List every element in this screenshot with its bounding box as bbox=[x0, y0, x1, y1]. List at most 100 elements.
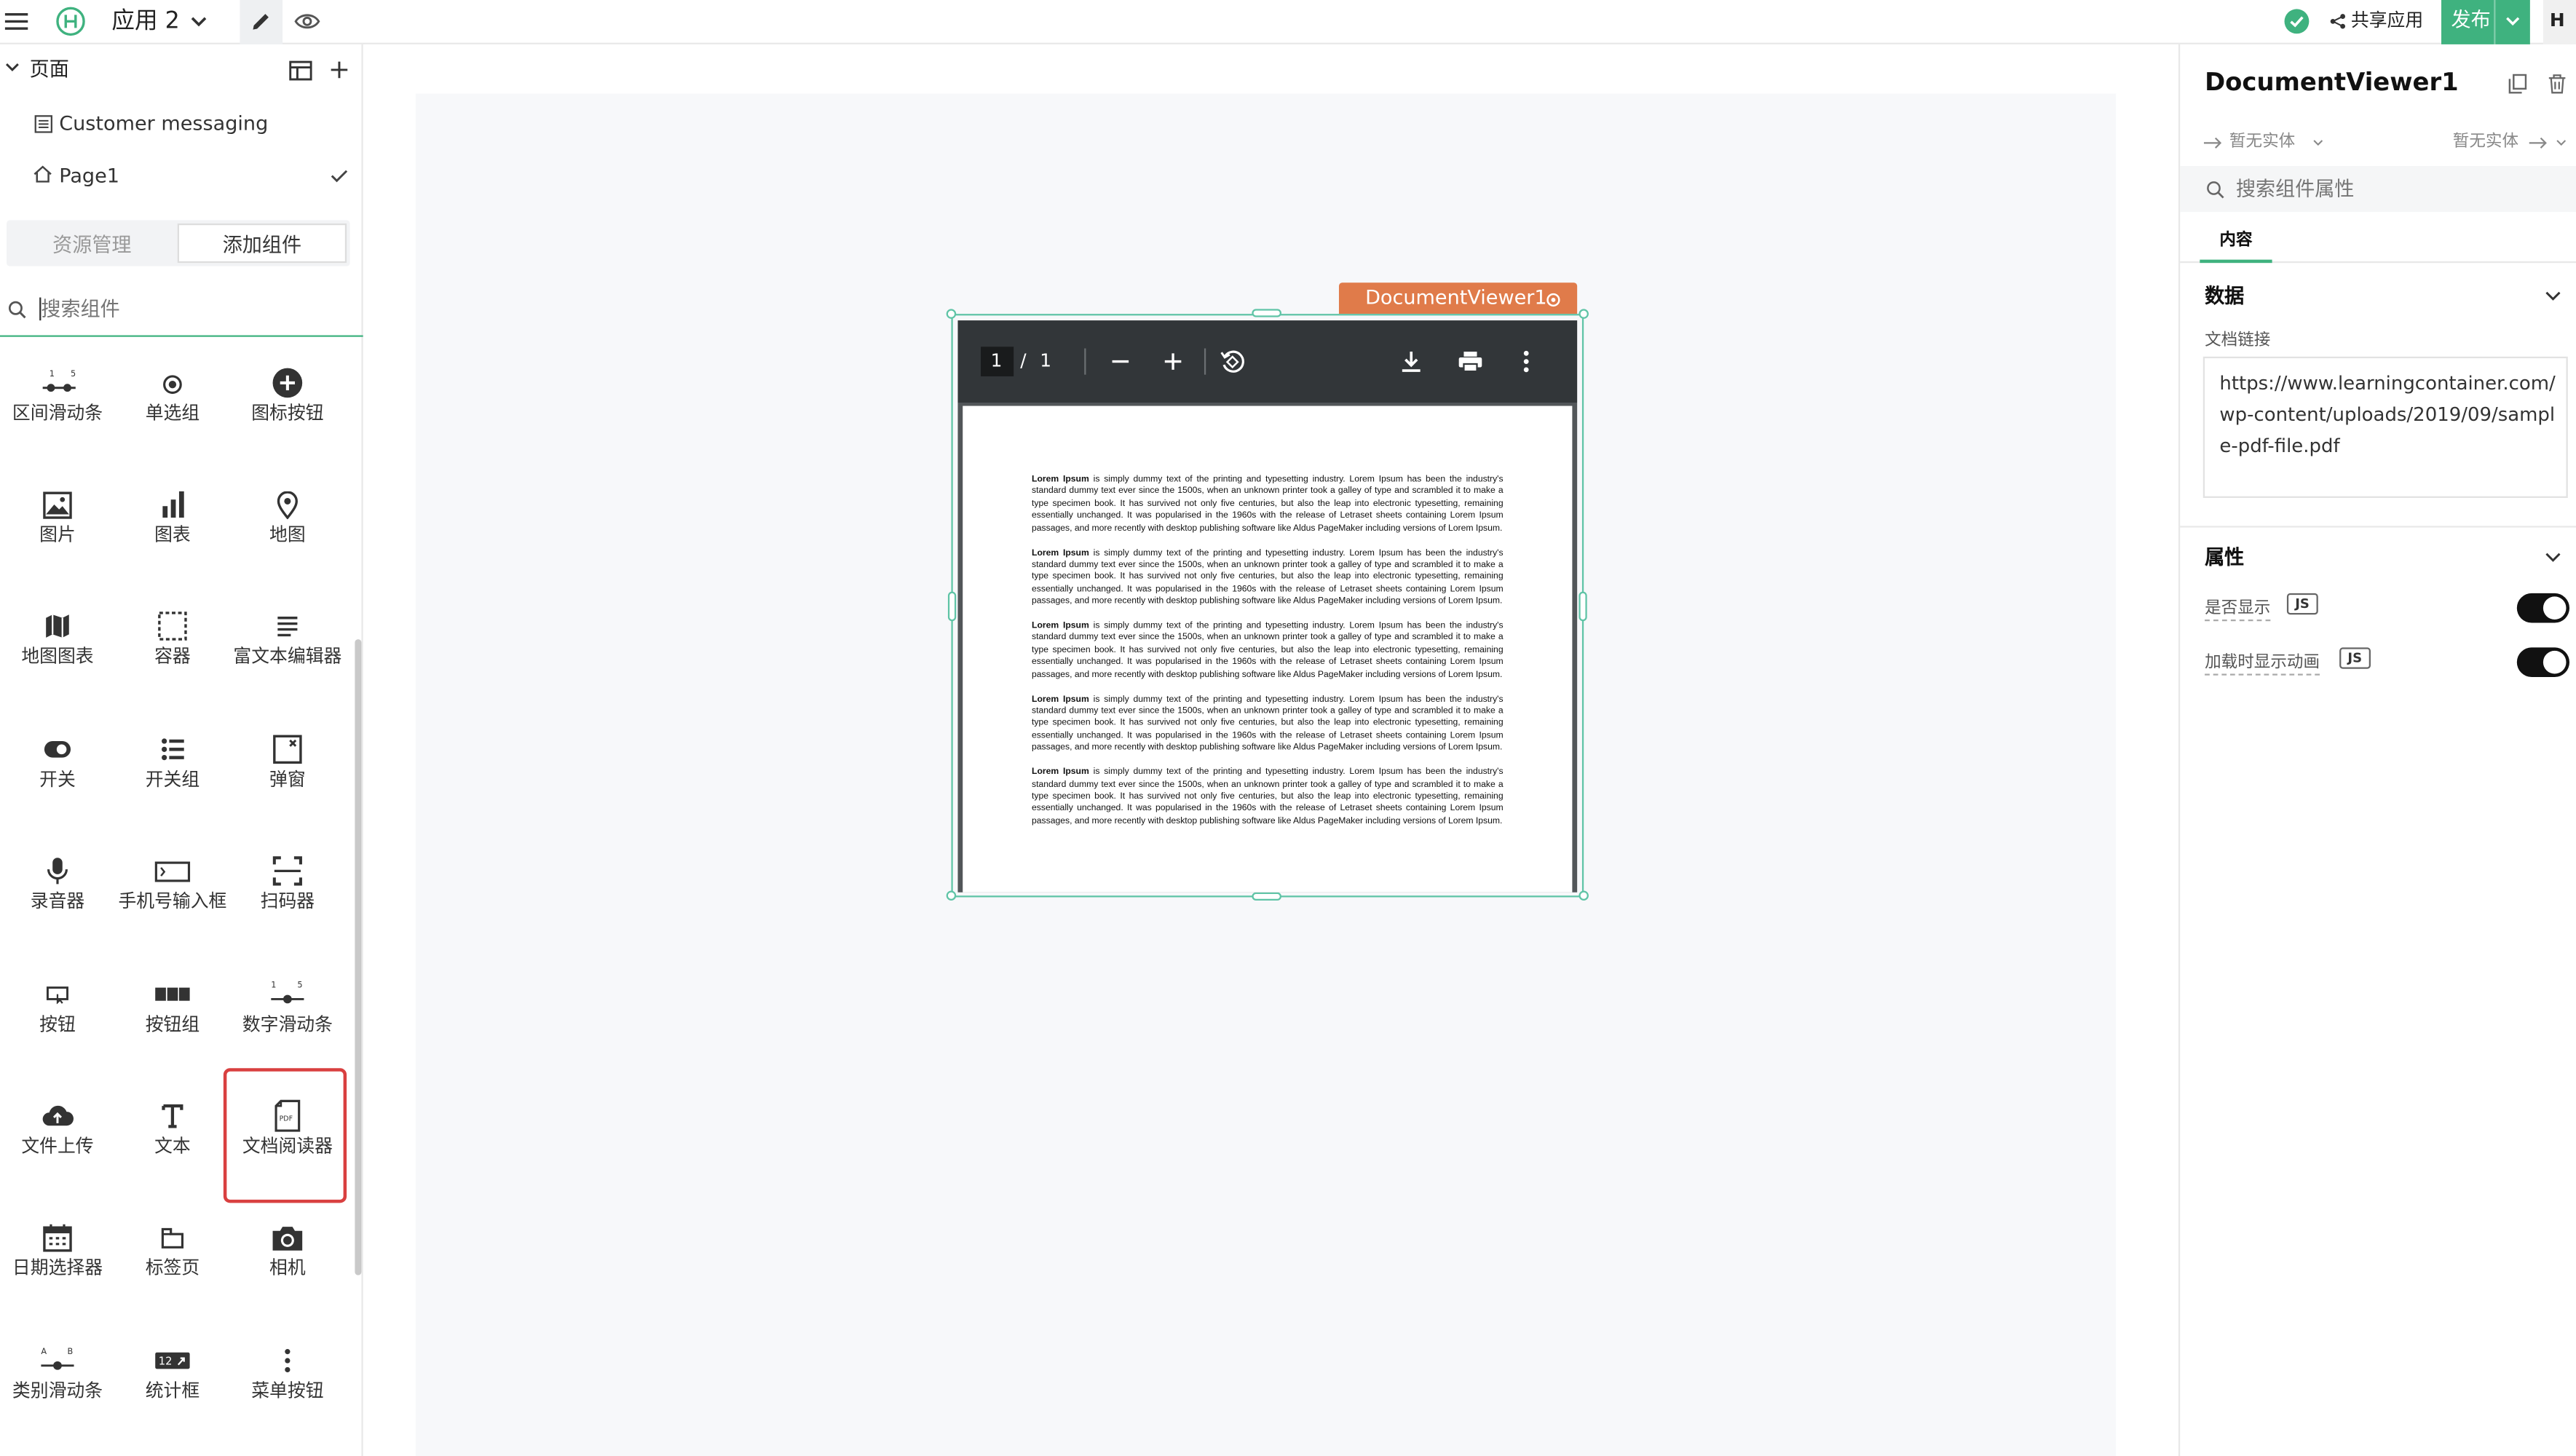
tab-content[interactable]: 内容 bbox=[2200, 223, 2272, 264]
microphone-icon bbox=[0, 855, 115, 887]
property-search-input[interactable] bbox=[2235, 175, 2548, 202]
layout-icon[interactable] bbox=[289, 59, 312, 80]
component-camera[interactable]: 相机 bbox=[230, 1221, 345, 1280]
resize-handle-bottom[interactable] bbox=[1252, 892, 1281, 901]
category-slider-icon: AB bbox=[0, 1344, 115, 1377]
copy-icon[interactable] bbox=[2507, 72, 2526, 93]
component-switch-group[interactable]: 开关组 bbox=[115, 733, 230, 792]
component-phone-input[interactable]: 手机号输入框 bbox=[115, 855, 230, 914]
doc-link-field[interactable]: https://www.learningcontainer.com/wp-con… bbox=[2202, 356, 2568, 498]
component-stat-box[interactable]: 12 统计框 bbox=[115, 1344, 230, 1403]
resize-handle-right[interactable] bbox=[1579, 591, 1587, 622]
stat-box-icon: 12 bbox=[115, 1344, 230, 1377]
edit-mode-button[interactable] bbox=[240, 0, 283, 44]
resize-handle-bottom-right[interactable] bbox=[1579, 890, 1589, 901]
property-search[interactable] bbox=[2180, 165, 2576, 213]
component-date-picker[interactable]: 日期选择器 bbox=[0, 1221, 115, 1280]
component-range-slider[interactable]: 15 区间滑动条 bbox=[0, 366, 115, 425]
chevron-down-icon[interactable] bbox=[189, 12, 208, 31]
search-icon bbox=[2205, 179, 2224, 199]
document-viewer[interactable]: 1 / 1 Lorem Ipsum is simply dummy text o… bbox=[957, 320, 1578, 893]
radio-icon bbox=[115, 366, 230, 399]
component-icon-button[interactable]: 图标按钮 bbox=[230, 366, 345, 425]
component-audio-recorder[interactable]: 录音器 bbox=[0, 855, 115, 914]
component-category-slider[interactable]: AB 类别滑动条 bbox=[0, 1344, 115, 1403]
js-toggle-animate[interactable]: JS bbox=[2339, 647, 2371, 669]
pdf-page: Lorem Ipsum is simply dummy text of the … bbox=[963, 405, 1573, 893]
top-bar: 应用 2 共享应用 发布 H bbox=[0, 0, 2576, 44]
component-menu-button[interactable]: 菜单按钮 bbox=[230, 1344, 345, 1403]
component-list-scrollbar[interactable] bbox=[355, 639, 362, 1275]
settings-gear-icon[interactable] bbox=[1544, 291, 1561, 308]
add-page-icon[interactable] bbox=[328, 59, 349, 80]
entity-left-selector[interactable]: 暂无实体 bbox=[2203, 132, 2351, 155]
zoom-out-icon[interactable] bbox=[1109, 350, 1132, 373]
toggle-visible[interactable] bbox=[2516, 593, 2570, 623]
chevron-down-icon[interactable] bbox=[2543, 550, 2563, 563]
component-button-group[interactable]: 按钮组 bbox=[115, 978, 230, 1037]
resize-handle-top[interactable] bbox=[1252, 309, 1281, 317]
component-search[interactable] bbox=[0, 286, 363, 337]
user-avatar[interactable]: H bbox=[2543, 0, 2576, 44]
rotate-icon[interactable] bbox=[1217, 347, 1247, 376]
hamburger-menu-icon[interactable] bbox=[4, 10, 30, 33]
entity-right-selector[interactable]: 暂无实体 bbox=[2453, 132, 2571, 155]
resize-handle-top-left[interactable] bbox=[946, 309, 957, 319]
tab-resources[interactable]: 资源管理 bbox=[10, 223, 175, 263]
component-rich-text-editor[interactable]: 富文本编辑器 bbox=[230, 609, 345, 668]
pdf-paragraph: Lorem Ipsum is simply dummy text of the … bbox=[1032, 621, 1504, 680]
tab-add-component[interactable]: 添加组件 bbox=[177, 223, 347, 264]
component-title[interactable]: DocumentViewer1 bbox=[2205, 68, 2459, 99]
more-options-icon[interactable] bbox=[1518, 349, 1535, 375]
bar-chart-icon bbox=[115, 488, 230, 521]
resize-handle-bottom-left[interactable] bbox=[946, 890, 957, 901]
entity-left-label: 暂无实体 bbox=[2229, 132, 2296, 151]
component-scanner[interactable]: 扫码器 bbox=[230, 855, 345, 914]
delete-trash-icon[interactable] bbox=[2546, 72, 2566, 93]
chevron-down-icon[interactable] bbox=[4, 61, 20, 74]
component-radio-group[interactable]: 单选组 bbox=[115, 366, 230, 425]
chevron-down-icon[interactable] bbox=[2543, 289, 2563, 302]
component-map[interactable]: 地图 bbox=[230, 488, 345, 547]
component-number-slider[interactable]: 15 数字滑动条 bbox=[230, 978, 345, 1037]
tabs-icon bbox=[115, 1221, 230, 1254]
component-text[interactable]: 文本 bbox=[115, 1099, 230, 1158]
component-map-chart[interactable]: 地图图表 bbox=[0, 609, 115, 668]
component-container[interactable]: 容器 bbox=[115, 609, 230, 668]
page-number-input[interactable]: 1 bbox=[981, 347, 1014, 376]
component-search-input[interactable] bbox=[41, 296, 337, 323]
component-chart[interactable]: 图表 bbox=[115, 488, 230, 547]
download-icon[interactable] bbox=[1398, 349, 1424, 375]
component-label: 弹窗 bbox=[269, 769, 306, 791]
component-label: 区间滑动条 bbox=[12, 403, 103, 424]
component-label: 手机号输入框 bbox=[118, 890, 227, 912]
toggle-animate[interactable] bbox=[2516, 647, 2570, 678]
zoom-in-icon[interactable] bbox=[1161, 350, 1185, 373]
component-switch[interactable]: 开关 bbox=[0, 733, 115, 792]
component-file-upload[interactable]: 文件上传 bbox=[0, 1099, 115, 1158]
component-button[interactable]: 按钮 bbox=[0, 978, 115, 1037]
pdf-paragraph: Lorem Ipsum is simply dummy text of the … bbox=[1032, 694, 1504, 753]
chevron-down-icon[interactable] bbox=[2504, 15, 2521, 28]
resize-handle-top-right[interactable] bbox=[1579, 309, 1589, 319]
image-icon bbox=[0, 488, 115, 521]
component-image[interactable]: 图片 bbox=[0, 488, 115, 547]
component-modal[interactable]: 弹窗 bbox=[230, 733, 345, 792]
page-item-page1[interactable]: Page1 bbox=[0, 156, 363, 195]
selected-component-tag[interactable]: DocumentViewer1 bbox=[1338, 282, 1578, 314]
resize-handle-left[interactable] bbox=[947, 591, 957, 622]
component-document-viewer[interactable]: PDF 文档阅读器 bbox=[230, 1099, 345, 1158]
print-icon[interactable] bbox=[1455, 349, 1485, 375]
preview-eye-icon[interactable] bbox=[293, 8, 323, 34]
component-tabs[interactable]: 标签页 bbox=[115, 1221, 230, 1280]
page-item-customer-messaging[interactable]: Customer messaging bbox=[0, 103, 363, 143]
publish-button[interactable]: 发布 bbox=[2441, 0, 2530, 44]
app-logo-icon bbox=[56, 7, 86, 36]
share-app-button[interactable]: 共享应用 bbox=[2326, 0, 2428, 44]
map-pin-icon bbox=[230, 488, 345, 521]
app-name[interactable]: 应用 2 bbox=[111, 7, 179, 36]
arrow-right-icon bbox=[2203, 136, 2223, 149]
js-toggle-visible[interactable]: JS bbox=[2286, 593, 2318, 615]
range-slider-icon: 15 bbox=[0, 366, 115, 399]
share-app-label: 共享应用 bbox=[2350, 9, 2424, 31]
